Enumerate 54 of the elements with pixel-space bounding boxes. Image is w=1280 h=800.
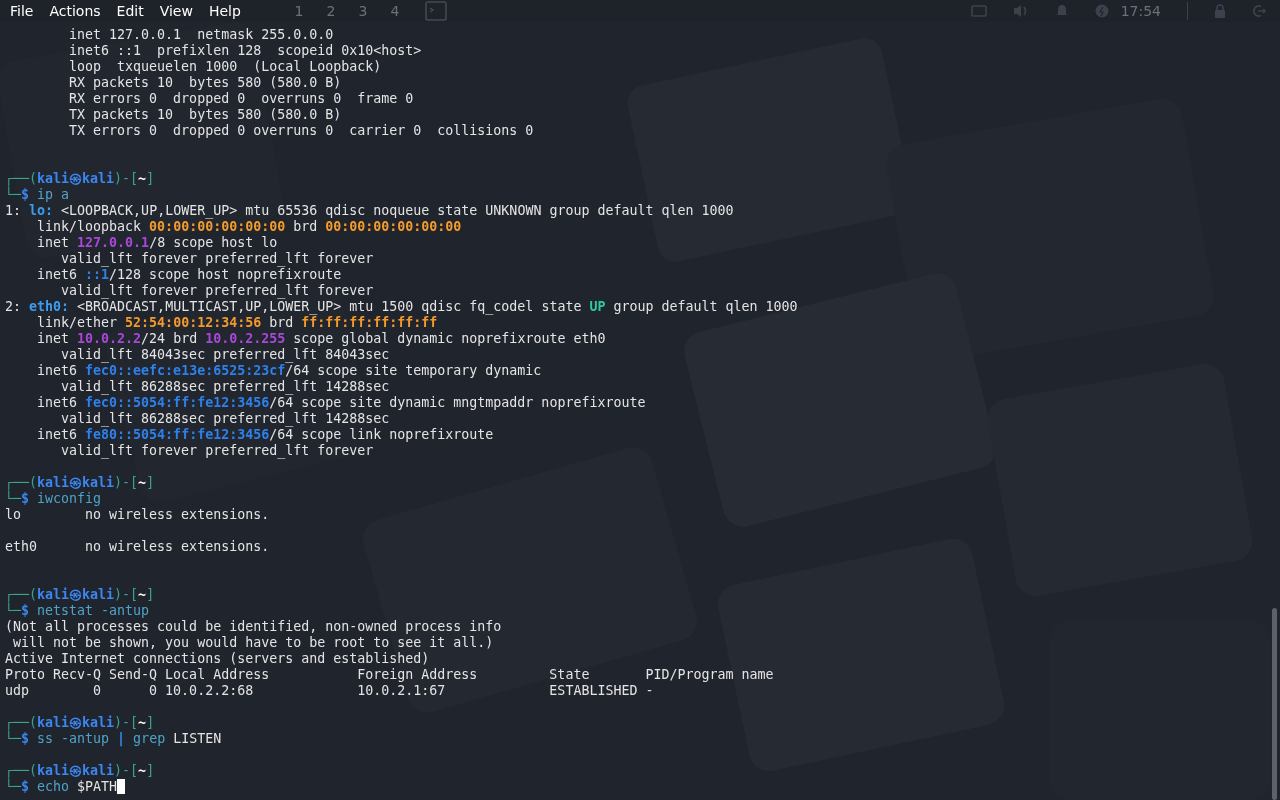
menu-item[interactable]: View xyxy=(159,0,193,22)
terminal-line: 2: eth0: <BROADCAST,MULTICAST,UP,LOWER_UP> mtu 1500 qdisc fq_codel state UP group default qlen 1000 xyxy=(5,299,798,314)
terminal-line: inet6 ::1 prefixlen 128 scopeid 0x10<host> xyxy=(68,43,422,58)
power-icon[interactable] xyxy=(1094,4,1109,18)
terminal-line: lo no wireless extensions. xyxy=(5,507,270,522)
terminal-line: TX errors 0 dropped 0 overruns 0 carrier 0 collisions 0 xyxy=(68,123,534,138)
terminal-line: RX errors 0 dropped 0 overruns 0 frame 0 xyxy=(68,91,414,106)
display-icon[interactable] xyxy=(970,5,987,17)
terminal-line: └─$ echo $PATH xyxy=(5,779,126,794)
terminal-line: └─$ ip a xyxy=(5,187,70,202)
terminal-line: loop txqueuelen 1000 (Local Loopback) xyxy=(68,59,382,74)
terminal-line: will not be shown, you would have to be root to see it all.) xyxy=(12,635,494,650)
terminal-line: inet 127.0.0.1 netmask 255.0.0.0 xyxy=(68,27,334,42)
menu-item[interactable]: Actions xyxy=(49,0,101,22)
menu-item[interactable]: Edit xyxy=(116,0,144,22)
terminal-line: valid_lft 86288sec preferred_lft 14288sec xyxy=(60,411,390,426)
terminal-line: └─$ netstat -antup xyxy=(5,603,150,618)
scroll-bar[interactable] xyxy=(1272,608,1277,800)
terminal-line: TX packets 10 bytes 580 (580.0 B) xyxy=(68,107,342,122)
terminal-line: Proto Recv-Q Send-Q Local Address Foreign Address State PID/Program name xyxy=(5,667,774,682)
terminal-line: ┌──(kali㉿kali)-[~] xyxy=(5,715,155,730)
terminal-line: eth0 no wireless extensions. xyxy=(5,539,270,554)
terminal-line: ┌──(kali㉿kali)-[~] xyxy=(5,171,155,186)
volume-icon[interactable] xyxy=(1012,4,1029,18)
terminal-line: └─$ iwconfig xyxy=(5,491,102,506)
logout-icon[interactable] xyxy=(1252,4,1266,18)
terminal-line: inet 10.0.2.2/24 brd 10.0.2.255 scope global dynamic noprefixroute eth0 xyxy=(36,331,606,346)
terminal-line: link/ether 52:54:00:12:34:56 brd ff:ff:ff:ff:ff:ff xyxy=(36,315,438,330)
menu-item[interactable]: File xyxy=(10,0,34,22)
terminal-line: 1: lo: <LOOPBACK,UP,LOWER_UP> mtu 65536 qdisc noqueue state UNKNOWN group default qlen 1000 xyxy=(5,203,734,218)
terminal-line: valid_lft 84043sec preferred_lft 84043sec xyxy=(60,347,390,362)
terminal-line: link/loopback 00:00:00:00:00:00 brd 00:00:00:00:00:00 xyxy=(36,219,462,234)
terminal-line: └─$ ss -antup | grep LISTEN xyxy=(5,731,222,746)
terminal-line: ┌──(kali㉿kali)-[~] xyxy=(5,587,155,602)
bell-icon[interactable] xyxy=(1054,4,1069,18)
terminal-line: inet6 ::1/128 scope host noprefixroute xyxy=(36,267,342,282)
terminal-line: inet6 fec0::eefc:e13e:6525:23cf/64 scope site temporary dynamic xyxy=(36,363,542,378)
terminal-line: RX packets 10 bytes 580 (580.0 B) xyxy=(68,75,342,90)
terminal-line: inet6 fec0::5054:ff:fe12:3456/64 scope site dynamic mngtmpaddr noprefixroute xyxy=(36,395,646,410)
terminal-line: valid_lft 86288sec preferred_lft 14288sec xyxy=(60,379,390,394)
terminal-line: valid_lft forever preferred_lft forever xyxy=(60,443,374,458)
terminal-line: udp 0 0 10.0.2.2:68 10.0.2.1:67 ESTABLISHED - xyxy=(5,683,654,698)
terminal-line: valid_lft forever preferred_lft forever xyxy=(60,251,374,266)
lock-icon[interactable] xyxy=(1214,4,1226,18)
terminal-line: (Not all processes could be identified, non-owned process info xyxy=(5,619,502,634)
terminal-icon[interactable] xyxy=(424,1,447,21)
terminal-line: ┌──(kali㉿kali)-[~] xyxy=(5,763,155,778)
terminal-line: inet6 fe80::5054:ff:fe12:3456/64 scope link noprefixroute xyxy=(36,427,494,442)
clock: 17:54 xyxy=(1120,3,1161,19)
terminal-line: inet 127.0.0.1/8 scope host lo xyxy=(36,235,278,250)
terminal-line: ┌──(kali㉿kali)-[~] xyxy=(5,475,155,490)
menu-item[interactable]: Help xyxy=(208,0,241,22)
terminal-line: valid_lft forever preferred_lft forever xyxy=(60,283,374,298)
terminal-line: Active Internet connections (servers and established) xyxy=(5,651,430,666)
